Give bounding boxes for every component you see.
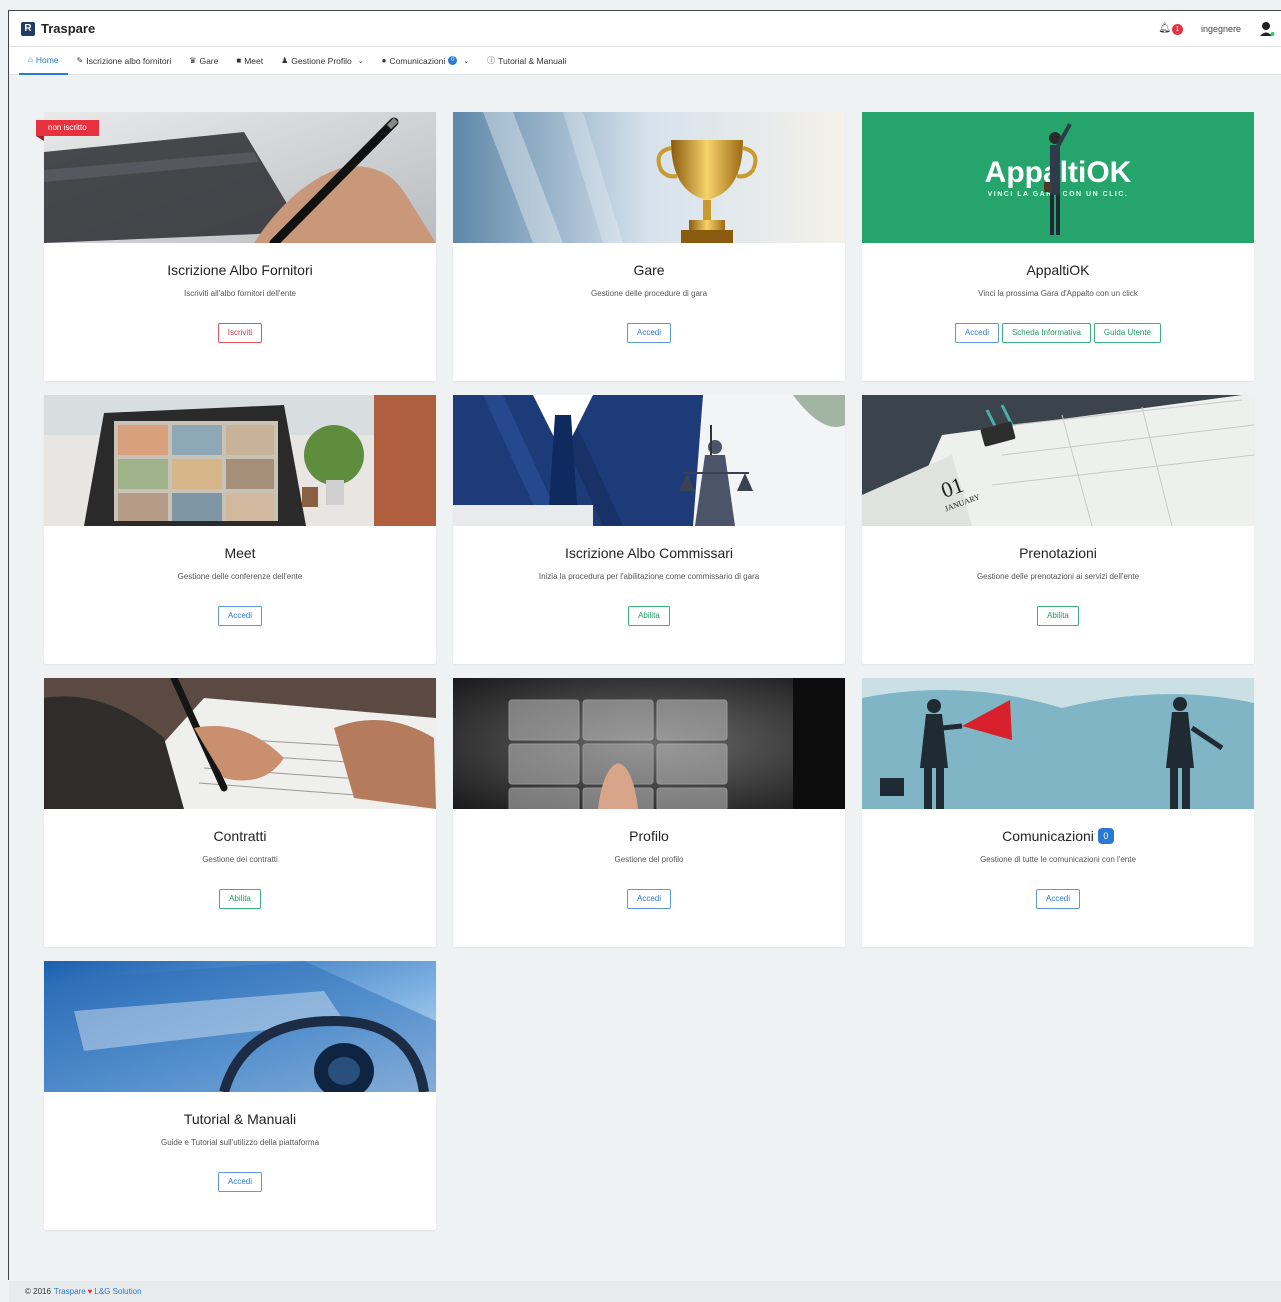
- top-right-area: 🔔︎ 1 ingegnere: [1158, 21, 1275, 37]
- card-title: AppaltiOK: [1026, 262, 1090, 278]
- card-title-text: Comunicazioni: [1002, 828, 1094, 844]
- nav-home[interactable]: ⌂ Home: [19, 47, 68, 75]
- card-profilo: Profilo Gestione del profilo Accedi: [453, 678, 845, 947]
- card-image-trophy: [453, 112, 845, 243]
- brand-name: Traspare: [41, 21, 96, 36]
- chevron-down-icon: ⌄: [357, 57, 364, 65]
- card-gare: Gare Gestione delle procedure di gara Ac…: [453, 112, 845, 381]
- card-meet: Meet Gestione delle conferenze dell'ente…: [44, 395, 436, 664]
- card-image-headphones-laptop: [44, 961, 436, 1092]
- nav-label: Home: [35, 54, 59, 65]
- card-title: Meet: [224, 545, 256, 561]
- card-image-megaphone: [862, 678, 1254, 809]
- card-title: Iscrizione Albo Fornitori: [167, 262, 313, 278]
- bell-icon: 🔔︎: [1158, 22, 1171, 34]
- notifications-button[interactable]: 🔔︎ 1: [1158, 23, 1183, 35]
- nav-label: Meet: [244, 55, 264, 66]
- card-title: Prenotazioni: [1019, 545, 1097, 561]
- footer-copyright: © 2016: [25, 1287, 51, 1296]
- nav-label: Gare: [199, 55, 219, 66]
- card-description: Guide e Tutorial sull'utilizzo della pia…: [160, 1138, 320, 1147]
- video-icon: ■: [236, 56, 242, 65]
- guida-utente-button[interactable]: Guida Utente: [1093, 323, 1162, 343]
- footer-link-lg-solution[interactable]: L&G Solution: [94, 1287, 141, 1296]
- card-prenotazioni: 01 JANUARY Prenotazioni Gestione delle p…: [862, 395, 1254, 664]
- nav-gare[interactable]: ♛ Gare: [180, 47, 227, 75]
- top-bar: R Traspare 🔔︎ 1 ingegnere: [9, 11, 1281, 47]
- question-icon: ⓘ: [487, 56, 496, 65]
- scheda-informativa-button[interactable]: Scheda Informativa: [1001, 323, 1091, 343]
- accedi-button[interactable]: Accedi: [954, 323, 999, 343]
- iscriviti-button[interactable]: Iscriviti: [217, 323, 263, 343]
- status-ribbon: non iscritto: [36, 120, 99, 136]
- card-image-justice: [453, 395, 845, 526]
- heart-icon: ♥: [87, 1287, 93, 1296]
- card-image-calendar: 01 JANUARY: [862, 395, 1254, 526]
- comments-icon: ●: [381, 56, 387, 65]
- card-description: Iscriviti all'albo fornitori dell'ente: [184, 289, 296, 298]
- footer: © 2016 Traspare ♥ L&G Solution: [9, 1281, 1281, 1302]
- abilita-button[interactable]: Abilita: [628, 606, 670, 626]
- card-image-touch-grid: [453, 678, 845, 809]
- user-avatar-icon: [1260, 21, 1275, 36]
- card-description: Gestione del profilo: [614, 855, 684, 864]
- card-title: Comunicazioni 0: [862, 827, 1254, 845]
- card-title: Gare: [633, 262, 665, 278]
- card-contratti: Contratti Gestione dei contratti Abilita: [44, 678, 436, 947]
- nav-comunicazioni[interactable]: ● Comunicazioni 0 ⌄: [373, 47, 478, 75]
- accedi-button[interactable]: Accedi: [217, 1172, 262, 1192]
- accedi-button[interactable]: Accedi: [217, 606, 262, 626]
- card-image-contract-signing: [44, 678, 436, 809]
- accedi-button[interactable]: Accedi: [1035, 889, 1080, 909]
- card-description: Vinci la prossima Gara d'Appalto con un …: [978, 289, 1138, 298]
- card-comunicazioni: Comunicazioni 0 Gestione di tutte le com…: [862, 678, 1254, 947]
- main-nav: ⌂ Home ✎ Iscrizione albo fornitori ♛ Gar…: [9, 47, 1281, 75]
- abilita-button[interactable]: Abilita: [1037, 606, 1079, 626]
- abilita-button[interactable]: Abilita: [219, 889, 261, 909]
- ribbon-fold: [36, 136, 44, 141]
- card-title: Tutorial & Manuali: [183, 1111, 297, 1127]
- window-frame-left: [8, 10, 9, 1280]
- card-iscrizione-albo-commissari: Iscrizione Albo Commissari Inizia la pro…: [453, 395, 845, 664]
- card-description: Gestione dei contratti: [202, 855, 278, 864]
- card-description: Gestione delle procedure di gara: [590, 289, 708, 298]
- home-icon: ⌂: [28, 55, 33, 64]
- card-image-signing: [44, 112, 436, 243]
- card-image-appaltiok-banner: AppaltiOK VINCI LA GARA CON UN CLIC.: [862, 112, 1254, 243]
- trophy-icon: ♛: [189, 56, 197, 65]
- nav-tutorial-manuali[interactable]: ⓘ Tutorial & Manuali: [478, 47, 575, 75]
- card-description: Gestione delle prenotazioni ai servizi d…: [976, 572, 1140, 581]
- card-description: Gestione di tutte le comunicazioni con l…: [980, 855, 1136, 864]
- brand[interactable]: R Traspare: [21, 21, 95, 36]
- comunicazioni-nav-badge: 0: [448, 56, 458, 65]
- nav-gestione-profilo[interactable]: ♟ Gestione Profilo ⌄: [272, 47, 373, 75]
- avatar[interactable]: [1259, 21, 1275, 37]
- card-iscrizione-albo-fornitori: non iscritto Iscrizione Albo Fornitori I…: [36, 112, 436, 381]
- nav-meet[interactable]: ■ Meet: [227, 47, 272, 75]
- card-description: Inizia la procedura per l'abilitazione c…: [538, 572, 760, 581]
- pencil-icon: ✎: [76, 56, 84, 65]
- nav-label: Tutorial & Manuali: [498, 55, 567, 66]
- card-appaltiok: AppaltiOK VINCI LA GARA CON UN CLIC. App…: [862, 112, 1254, 381]
- comunicazioni-count-badge: 0: [1097, 828, 1114, 844]
- card-tutorial-manuali: Tutorial & Manuali Guide e Tutorial sull…: [44, 961, 436, 1230]
- chevron-down-icon: ⌄: [463, 57, 470, 65]
- card-image-video-conference: [44, 395, 436, 526]
- user-icon: ♟: [281, 56, 289, 65]
- nav-label: Gestione Profilo: [291, 55, 352, 66]
- nav-label: Iscrizione albo fornitori: [86, 55, 172, 66]
- card-title: Iscrizione Albo Commissari: [564, 545, 734, 561]
- card-description: Gestione delle conferenze dell'ente: [177, 572, 303, 581]
- traspare-logo-icon: R: [21, 21, 35, 36]
- footer-link-traspare[interactable]: Traspare: [54, 1287, 86, 1296]
- card-title: Profilo: [629, 828, 669, 844]
- card-title: Contratti: [213, 828, 267, 844]
- module-grid: non iscritto Iscrizione Albo Fornitori I…: [36, 112, 1254, 1230]
- user-name[interactable]: ingegnere: [1201, 24, 1241, 34]
- accedi-button[interactable]: Accedi: [626, 323, 671, 343]
- notification-badge: 1: [1171, 23, 1183, 35]
- accedi-button[interactable]: Accedi: [626, 889, 671, 909]
- nav-label: Comunicazioni: [389, 55, 446, 66]
- nav-iscrizione-albo-fornitori[interactable]: ✎ Iscrizione albo fornitori: [68, 47, 181, 75]
